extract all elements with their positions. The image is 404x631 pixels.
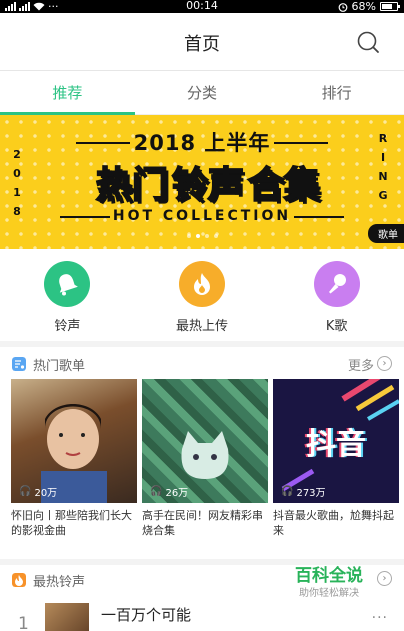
playlist-card[interactable]: 抖音 🎧 273万 抖音最火歌曲，尬舞抖起来 (273, 379, 399, 538)
app-header: 首页 (0, 13, 404, 71)
chevron-right-icon[interactable]: › (377, 356, 392, 371)
playlist-cover: 抖音 🎧 273万 (273, 379, 399, 503)
headphones-icon: 🎧 (150, 486, 163, 497)
playlist-plays: 🎧 26万 (150, 484, 188, 499)
ringtone-title: 一百万个可能 (101, 606, 192, 624)
flame-icon (179, 261, 225, 307)
status-icons-right: 68% (338, 0, 400, 13)
page-title: 首页 (184, 34, 220, 55)
quick-hot-upload[interactable]: 最热上传 (135, 249, 270, 341)
playlist-cover: 🎧 26万 (142, 379, 268, 503)
playlist-cover: 🎧 20万 (11, 379, 137, 503)
battery-percent: 68% (351, 0, 376, 13)
banner-subtitle: HOT COLLECTION (112, 208, 292, 224)
promo-banner[interactable]: 2018 上半年 2 0 1 8 R I N G 热门 铃声 合集 HOT CO… (0, 115, 404, 249)
tab-ranking[interactable]: 排行 (269, 71, 404, 114)
headphones-icon: 🎧 (19, 486, 32, 497)
watermark: 百科全说 助你轻松解决 (291, 565, 367, 601)
headline-part-3: 合集 (247, 164, 321, 207)
headphones-icon: 🎧 (281, 486, 294, 497)
playlist-card[interactable]: 🎧 20万 怀旧向丨那些陪我们长大的影视金曲 (11, 379, 137, 538)
play-count: 26万 (165, 488, 189, 499)
playlist-plays: 🎧 20万 (19, 484, 57, 499)
playlist-plays: 🎧 273万 (281, 484, 326, 499)
hot-ringtones-title: 最热铃声 (33, 575, 86, 590)
chevron-right-icon[interactable]: › (377, 571, 392, 586)
hot-playlists-header: 热门歌单 更多 › (0, 347, 404, 379)
ringtone-cover (45, 603, 89, 631)
playlist-desc: 高手在民间！网友精彩串烧合集 (142, 509, 263, 537)
tab-bar: 推荐 分类 排行 (0, 71, 404, 115)
quick-ringtone-label: 铃声 (54, 319, 81, 334)
playlist-desc: 抖音最火歌曲，尬舞抖起来 (273, 509, 394, 537)
quick-karaoke-label: K歌 (325, 319, 348, 334)
pager-dot (213, 234, 218, 238)
battery-icon (380, 2, 400, 11)
ringtone-row[interactable]: 1 一百万个可能 ··· (0, 600, 404, 631)
quick-karaoke[interactable]: K歌 (269, 249, 404, 341)
playlist-desc: 怀旧向丨那些陪我们长大的影视金曲 (11, 509, 132, 537)
headline-part-2: 铃声 (171, 164, 245, 207)
flame-icon (12, 573, 26, 587)
quick-actions: 铃声 最热上传 K歌 (0, 249, 404, 347)
play-count: 273万 (296, 488, 326, 499)
pager-dot-active (195, 234, 200, 238)
banner-tag: 歌单 (368, 224, 404, 243)
headline-part-1: 热门 (95, 164, 169, 207)
search-icon[interactable] (356, 30, 380, 54)
bell-icon (44, 261, 91, 307)
quick-hot-upload-label: 最热上传 (176, 319, 229, 334)
watermark-subtitle: 助你轻松解决 (299, 588, 359, 599)
ringtone-rank: 1 (18, 614, 29, 631)
microphone-icon (313, 261, 360, 307)
banner-headline: 热门 铃声 合集 (58, 161, 358, 211)
banner-year-line: 2018 上半年 (133, 131, 271, 155)
pager-dot (204, 234, 209, 238)
tab-recommend[interactable]: 推荐 (0, 71, 135, 115)
watermark-title: 百科全说 (295, 566, 363, 586)
play-count: 20万 (34, 488, 58, 499)
status-bar: ··· 00:14 68% (0, 0, 404, 13)
tab-category[interactable]: 分类 (135, 71, 270, 114)
more-options-icon[interactable]: ··· (372, 610, 388, 626)
banner-pager (0, 234, 404, 238)
pager-dot (186, 234, 191, 238)
playlist-icon (12, 357, 26, 371)
cover-text: 抖音 (306, 427, 366, 462)
quick-ringtone[interactable]: 铃声 (0, 249, 135, 341)
hot-playlists-title: 热门歌单 (33, 359, 86, 374)
banner-side-right: R I N G (378, 132, 388, 202)
hot-playlists: 🎧 20万 怀旧向丨那些陪我们长大的影视金曲 🎧 26万 高手在民间！网友精彩串烧合… (11, 379, 400, 538)
hot-playlists-more[interactable]: 更多 (348, 355, 374, 374)
playlist-card[interactable]: 🎧 26万 高手在民间！网友精彩串烧合集 (142, 379, 268, 538)
alarm-icon (338, 2, 347, 12)
